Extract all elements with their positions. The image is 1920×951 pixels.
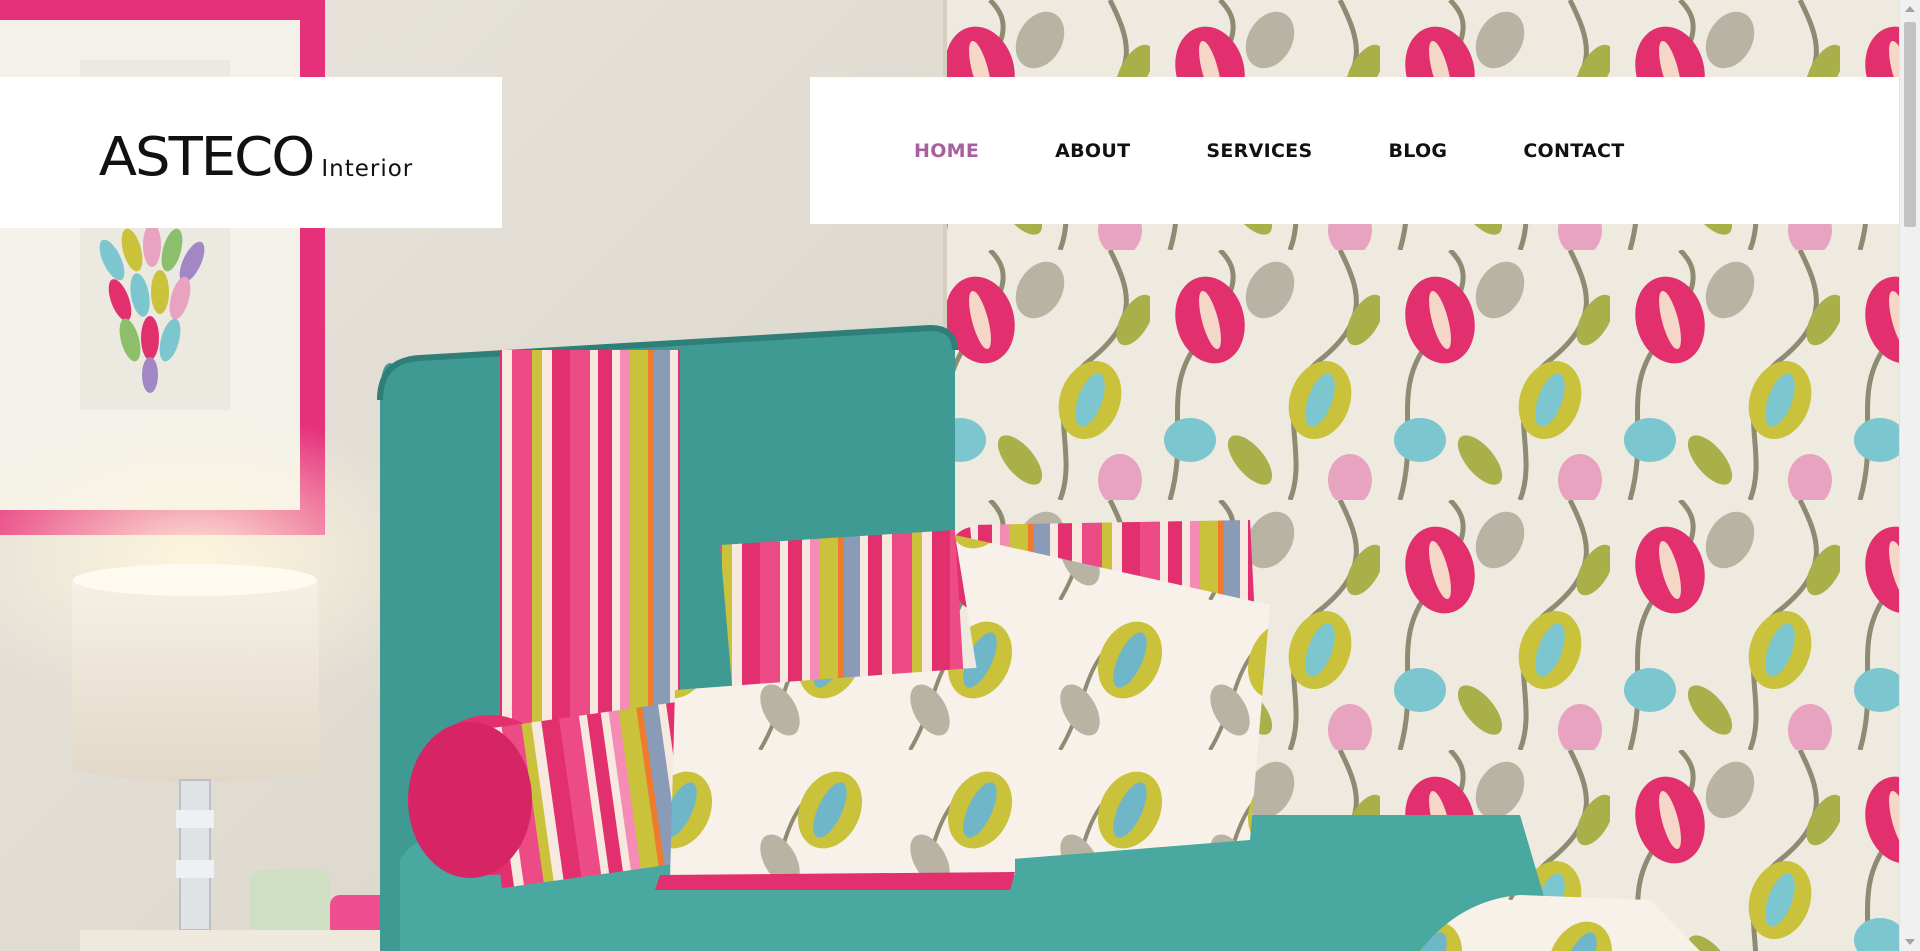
nav-item-home[interactable]: HOME — [914, 140, 979, 162]
nav-item-contact[interactable]: CONTACT — [1523, 140, 1624, 162]
logo[interactable]: ASTECO Interior — [99, 125, 414, 190]
scroll-up-arrow-icon[interactable] — [1905, 6, 1915, 12]
scroll-down-arrow-icon[interactable] — [1905, 939, 1915, 945]
nav-item-services[interactable]: SERVICES — [1206, 140, 1312, 162]
logo-tagline: Interior — [321, 156, 414, 182]
logo-wordmark: ASTECO — [98, 126, 316, 189]
nav-item-blog[interactable]: BLOG — [1388, 140, 1447, 162]
page: ASTECO Interior HOME ABOUT SERVICES BLOG… — [0, 0, 1920, 951]
main-nav: HOME ABOUT SERVICES BLOG CONTACT — [914, 77, 1625, 224]
nav-item-about[interactable]: ABOUT — [1055, 140, 1130, 162]
nav-panel: HOME ABOUT SERVICES BLOG CONTACT — [810, 77, 1899, 224]
vertical-scrollbar[interactable] — [1899, 0, 1920, 951]
scrollbar-thumb[interactable] — [1904, 22, 1916, 227]
logo-panel: ASTECO Interior — [0, 77, 502, 228]
